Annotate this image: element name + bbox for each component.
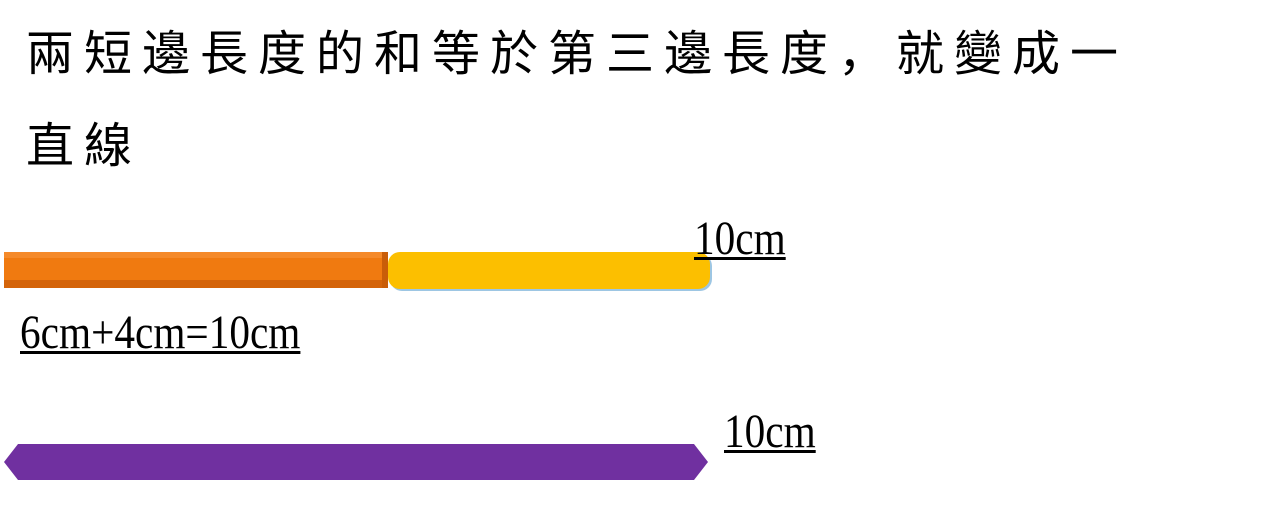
heading-line-2: 直線 (26, 118, 143, 174)
sum-equation-label: 6cm+4cm=10cm (20, 306, 301, 359)
heading-line-1: 兩短邊長度的和等於第三邊長度，就變成一 (26, 26, 1129, 82)
bar-bevel-bottom (4, 280, 388, 288)
segment-4cm-bar (388, 252, 710, 289)
combined-length-label: 10cm (694, 212, 786, 265)
segment-6cm-bar (4, 252, 388, 288)
purple-bar-shape (4, 444, 708, 480)
bar-bevel-top (4, 252, 388, 258)
slide-canvas: 兩短邊長度的和等於第三邊長度，就變成一 直線 10cm 6cm+4cm=10cm… (0, 0, 1262, 528)
third-side-length-label: 10cm (724, 405, 816, 458)
segment-10cm-bar (4, 444, 708, 480)
